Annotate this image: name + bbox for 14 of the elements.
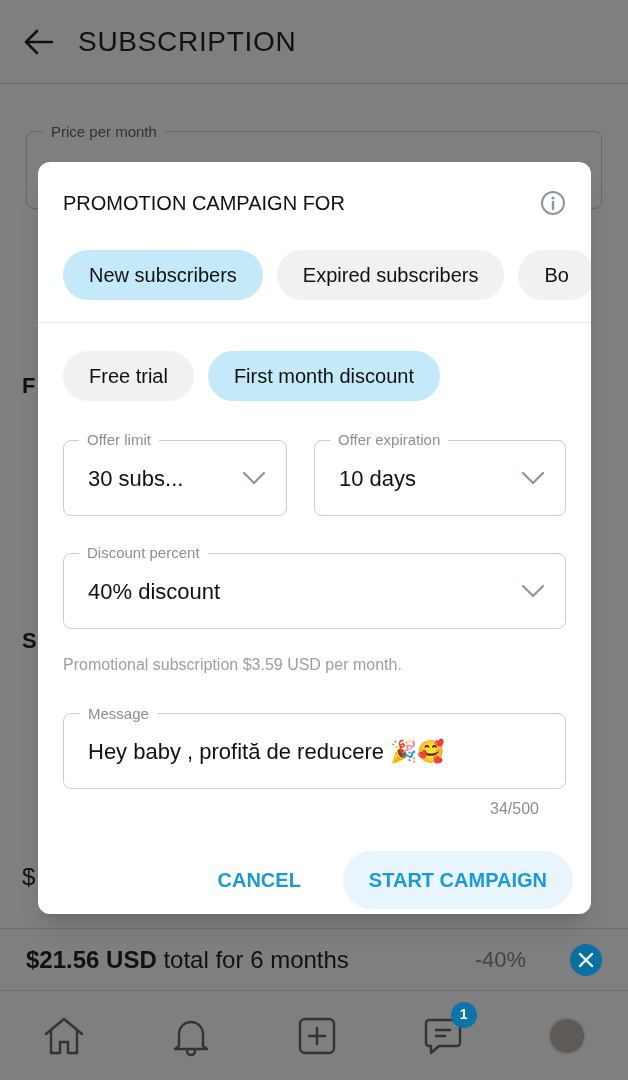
character-counter: 34/500 — [490, 799, 539, 819]
notification-badge: 1 — [450, 1001, 477, 1028]
page-title: SUBSCRIPTION — [78, 24, 297, 59]
message-text: Hey baby , profită de reducere 🎉🥰 — [88, 737, 445, 766]
field-value: 40% discount — [88, 577, 221, 606]
field-value: 30 subs... — [88, 464, 184, 493]
discount-text: -40% — [474, 946, 526, 974]
total-text: $21.56 USD total for 6 months — [26, 944, 349, 975]
helper-text: Promotional subscription $3.59 USD per month. — [62, 655, 403, 675]
cut-text: S — [22, 627, 37, 655]
field-value: 10 days — [339, 464, 417, 493]
dialog-title: PROMOTION CAMPAIGN FOR — [63, 191, 345, 216]
cut-text: $ — [22, 862, 36, 892]
cut-text: F — [22, 372, 36, 400]
